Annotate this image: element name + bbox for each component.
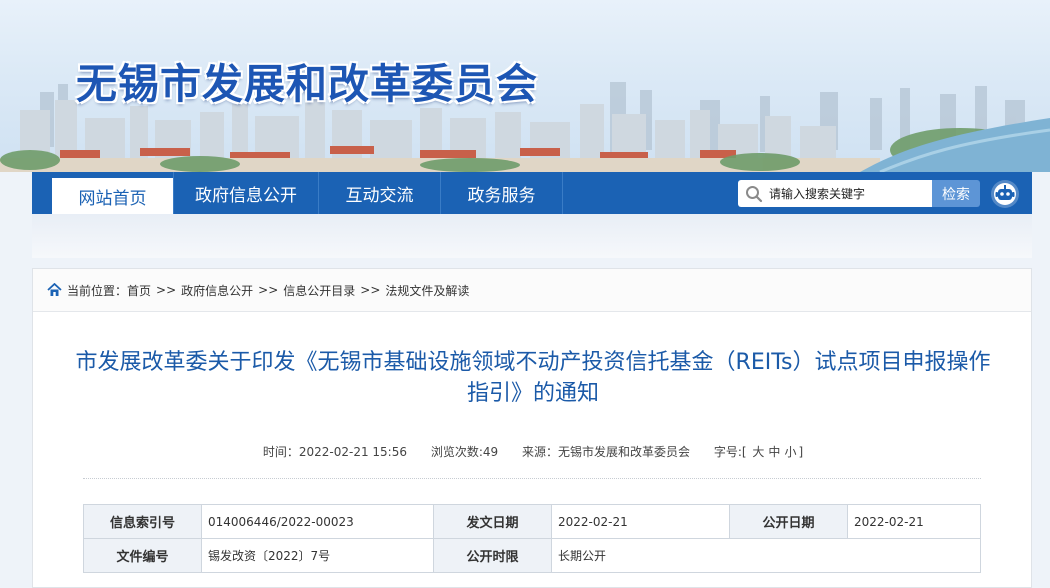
content-panel: 当前位置： 首页 >> 政府信息公开 >> 信息公开目录 >> 法规文件及解读 …	[32, 268, 1032, 588]
font-size-small[interactable]: 小	[784, 445, 796, 459]
nav-government-service[interactable]: 政务服务	[441, 172, 563, 214]
index-value: 014006446/2022-00023	[201, 504, 434, 539]
main-navigation: 网站首页 政府信息公开 互动交流 政务服务 检索	[32, 172, 1032, 214]
public-date-label: 公开日期	[729, 504, 848, 539]
table-row: 信息索引号 014006446/2022-00023 发文日期 2022-02-…	[83, 504, 981, 539]
divider	[83, 478, 981, 479]
meta-source: 来源：无锡市发展和改革委员会	[521, 445, 691, 459]
issue-date-label: 发文日期	[433, 504, 552, 539]
search-box	[738, 180, 932, 207]
breadcrumb-government-info[interactable]: 政府信息公开	[181, 282, 253, 299]
site-title: 无锡市发展和改革委员会	[76, 60, 538, 108]
sub-band	[32, 214, 1032, 258]
table-row: 文件编号 锡发改资〔2022〕7号 公开时限 长期公开	[83, 538, 981, 573]
public-period-label: 公开时限	[433, 538, 552, 573]
article-title: 市发展改革委关于印发《无锡市基础设施领域不动产投资信托基金（REITs）试点项目…	[75, 350, 991, 406]
meta-time: 时间：2022-02-21 15:56	[262, 445, 407, 459]
home-icon	[47, 283, 62, 296]
robot-icon[interactable]	[990, 179, 1020, 209]
index-label: 信息索引号	[83, 504, 202, 539]
doc-number-label: 文件编号	[83, 538, 202, 573]
meta-font-size: 字号:[ 大中小]	[713, 445, 804, 459]
breadcrumb-separator: >>	[360, 283, 381, 297]
breadcrumb-home[interactable]: 首页	[127, 282, 151, 299]
breadcrumb-regulations[interactable]: 法规文件及解读	[385, 282, 469, 299]
issue-date-value: 2022-02-21	[551, 504, 730, 539]
breadcrumb-separator: >>	[156, 283, 177, 297]
font-size-large[interactable]: 大	[752, 445, 764, 459]
nav-government-info[interactable]: 政府信息公开	[173, 172, 319, 214]
doc-number-value: 锡发改资〔2022〕7号	[201, 538, 434, 573]
breadcrumb-separator: >>	[258, 283, 279, 297]
search-button[interactable]: 检索	[932, 180, 980, 207]
breadcrumb-prefix: 当前位置：	[67, 283, 128, 298]
public-period-value: 长期公开	[551, 538, 981, 573]
public-date-value: 2022-02-21	[847, 504, 981, 539]
info-table: 信息索引号 014006446/2022-00023 发文日期 2022-02-…	[83, 504, 981, 573]
search-icon	[746, 185, 763, 202]
nav-home[interactable]: 网站首页	[52, 178, 173, 214]
site-banner: 无锡市发展和改革委员会	[0, 0, 1050, 172]
article-meta: 时间：2022-02-21 15:56 浏览次数:49 来源：无锡市发展和改革委…	[33, 443, 1033, 460]
meta-views: 浏览次数:49	[430, 445, 499, 459]
search-input[interactable]	[767, 185, 931, 202]
nav-interaction[interactable]: 互动交流	[319, 172, 441, 214]
breadcrumb-info-catalog[interactable]: 信息公开目录	[283, 282, 355, 299]
breadcrumb: 当前位置： 首页 >> 政府信息公开 >> 信息公开目录 >> 法规文件及解读	[33, 269, 1031, 312]
font-size-medium[interactable]: 中	[768, 445, 780, 459]
